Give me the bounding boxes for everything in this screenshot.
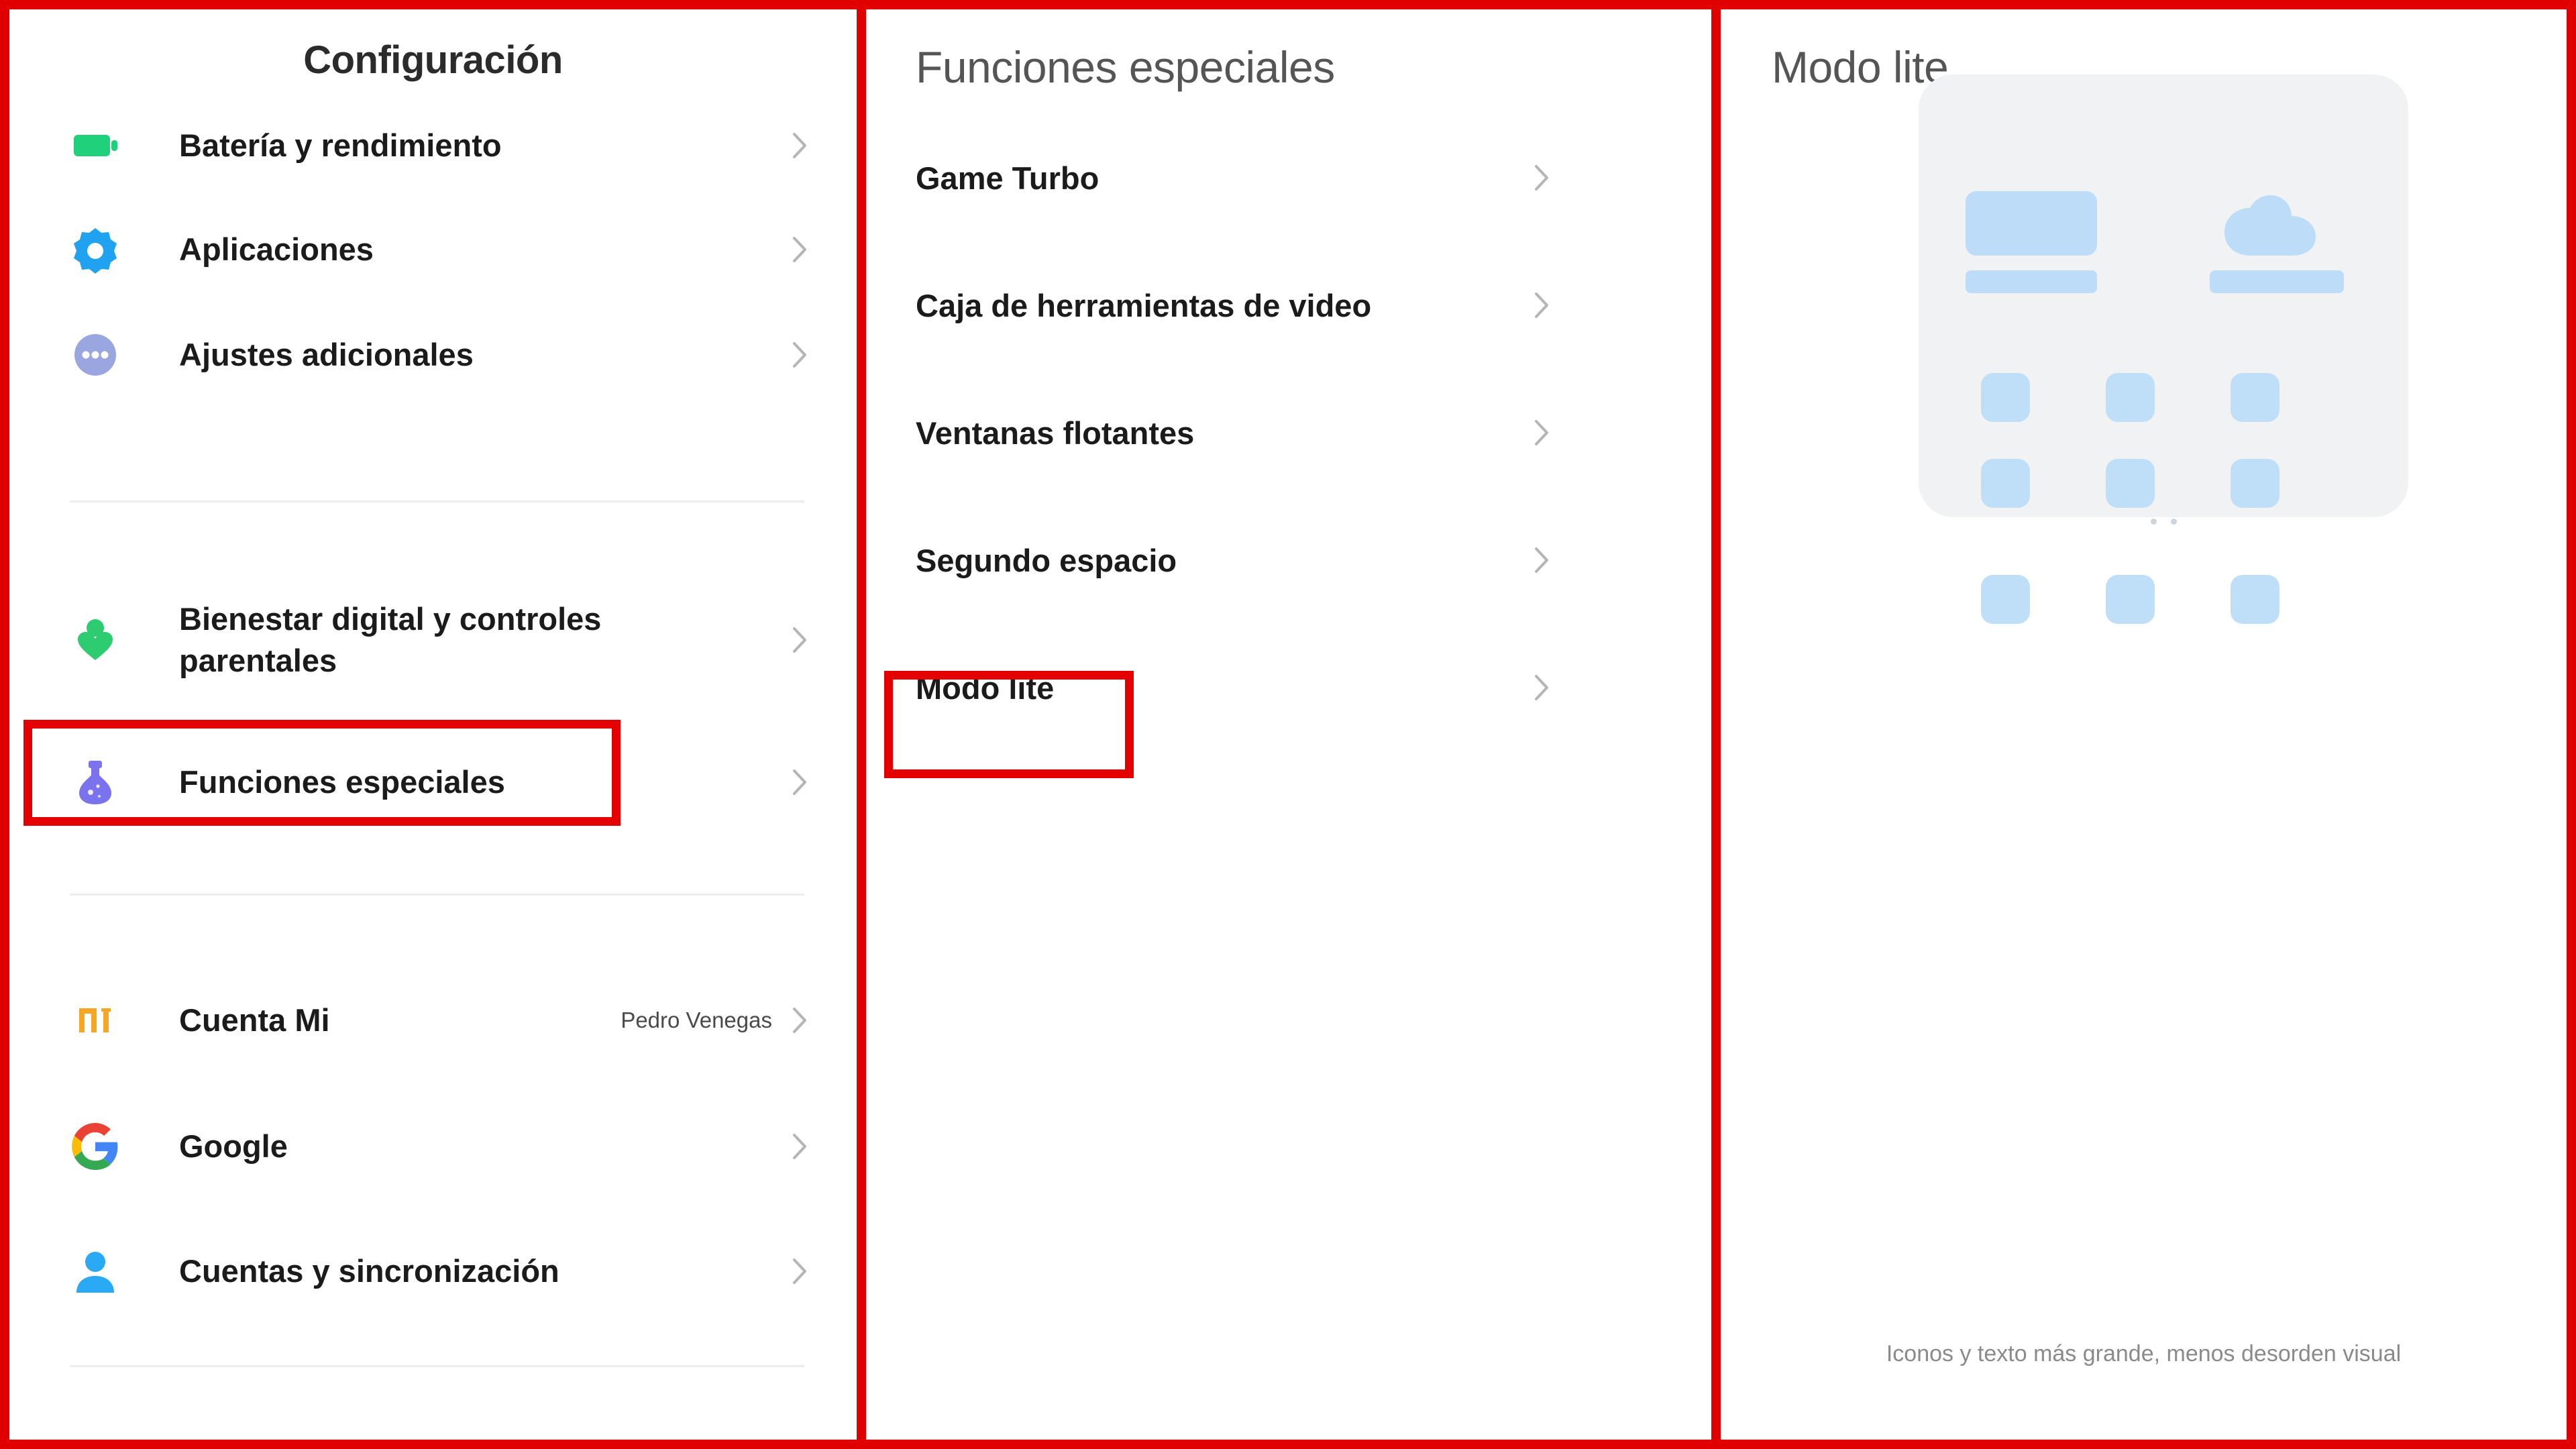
section-divider bbox=[70, 894, 804, 896]
feature-item-label: Game Turbo bbox=[916, 160, 1099, 196]
app-icon-placeholder bbox=[1981, 459, 2030, 508]
feature-item-label: Caja de herramientas de video bbox=[916, 287, 1372, 323]
page-dot bbox=[2170, 519, 2177, 525]
sidebar-item-label: Aplicaciones bbox=[179, 231, 374, 267]
page-title: Configuración bbox=[303, 38, 563, 82]
chevron-right-icon bbox=[1533, 418, 1550, 447]
feature-item-lite-mode[interactable]: Modo lite bbox=[866, 647, 1711, 728]
widget-placeholder bbox=[1966, 191, 2097, 256]
feature-item-label: Ventanas flotantes bbox=[916, 415, 1195, 451]
chevron-right-icon bbox=[791, 340, 808, 370]
section-divider bbox=[70, 1365, 804, 1367]
app-grid-row bbox=[1981, 459, 2347, 517]
sidebar-item-label: Ajustes adicionales bbox=[179, 336, 474, 372]
chevron-right-icon bbox=[791, 625, 808, 655]
page-title: Funciones especiales bbox=[916, 42, 1335, 92]
sidebar-item-label: Google bbox=[179, 1128, 288, 1164]
chevron-right-icon bbox=[791, 1132, 808, 1161]
app-icon-placeholder bbox=[2231, 459, 2279, 508]
potion-flask-icon bbox=[70, 757, 121, 808]
app-icon-grid bbox=[1981, 373, 2347, 661]
sidebar-item-additional-settings[interactable]: Ajustes adicionales bbox=[9, 305, 857, 405]
section-divider bbox=[70, 500, 804, 502]
settings-panel: Configuración Batería y rendimiento Apli… bbox=[9, 9, 857, 1440]
sidebar-item-label: Bienestar digital y controles parentales bbox=[179, 600, 602, 679]
cloud-icon bbox=[2219, 192, 2321, 259]
app-icon-placeholder bbox=[2106, 373, 2155, 422]
app-grid-row bbox=[1981, 373, 2347, 431]
chevron-right-icon bbox=[791, 767, 808, 797]
sidebar-item-label: Funciones especiales bbox=[179, 763, 505, 800]
chevron-right-icon bbox=[1533, 290, 1550, 320]
sidebar-item-label: Batería y rendimiento bbox=[179, 127, 502, 163]
app-grid-row bbox=[1981, 575, 2347, 633]
page-dot bbox=[2151, 519, 2157, 525]
page-indicator-dots bbox=[1981, 516, 2347, 528]
chevron-right-icon bbox=[1533, 545, 1550, 575]
widget-label-bar bbox=[2210, 270, 2344, 293]
panel-divider-right bbox=[1711, 0, 1721, 1449]
mi-logo-icon bbox=[70, 995, 121, 1046]
app-icon-placeholder bbox=[2106, 459, 2155, 508]
chevron-right-icon bbox=[791, 235, 808, 264]
battery-icon bbox=[70, 120, 121, 171]
feature-item-label: Segundo espacio bbox=[916, 542, 1177, 578]
chevron-right-icon bbox=[791, 1006, 808, 1035]
sidebar-item-mi-account[interactable]: Cuenta Mi Pedro Venegas bbox=[9, 970, 857, 1071]
page-title: Modo lite bbox=[1772, 42, 1949, 92]
feature-item-video-toolbox[interactable]: Caja de herramientas de video bbox=[866, 265, 1711, 345]
sidebar-item-value: Pedro Venegas bbox=[621, 1008, 772, 1032]
sidebar-item-accounts-sync[interactable]: Cuentas y sincronización bbox=[9, 1221, 857, 1322]
sidebar-item-special-features[interactable]: Funciones especiales bbox=[9, 732, 857, 833]
gear-icon bbox=[70, 224, 121, 275]
app-icon-placeholder bbox=[2231, 373, 2279, 422]
app-icon-placeholder bbox=[2106, 575, 2155, 624]
sidebar-item-label: Cuentas y sincronización bbox=[179, 1252, 559, 1289]
feature-item-second-space[interactable]: Segundo espacio bbox=[866, 520, 1711, 600]
sidebar-item-apps[interactable]: Aplicaciones bbox=[9, 199, 857, 300]
feature-item-label: Modo lite bbox=[916, 669, 1055, 706]
lite-mode-caption: Iconos y texto más grande, menos desorde… bbox=[1886, 1341, 2402, 1366]
feature-item-floating-windows[interactable]: Ventanas flotantes bbox=[866, 392, 1711, 473]
account-person-icon bbox=[70, 1246, 121, 1297]
special-features-panel: Funciones especiales Game Turbo Caja de … bbox=[866, 9, 1711, 1440]
google-logo-icon bbox=[70, 1121, 121, 1172]
screenshot-root: Configuración Batería y rendimiento Apli… bbox=[0, 0, 2576, 1449]
lite-mode-panel: Modo lite Iconos y texto más grande, men… bbox=[1721, 9, 2567, 1440]
chevron-right-icon bbox=[791, 131, 808, 160]
lite-mode-preview-card bbox=[1919, 74, 2408, 624]
person-heart-icon bbox=[70, 614, 121, 665]
more-dots-icon bbox=[70, 329, 121, 380]
app-icon-placeholder bbox=[2231, 575, 2279, 624]
sidebar-item-digital-wellbeing[interactable]: Bienestar digital y controles parentales bbox=[9, 576, 857, 704]
panel-divider-left bbox=[857, 0, 866, 1449]
app-icon-placeholder bbox=[1981, 575, 2030, 624]
widget-label-bar bbox=[1966, 270, 2097, 293]
sidebar-item-google[interactable]: Google bbox=[9, 1096, 857, 1197]
feature-item-game-turbo[interactable]: Game Turbo bbox=[866, 138, 1711, 218]
chevron-right-icon bbox=[791, 1256, 808, 1286]
sidebar-item-battery[interactable]: Batería y rendimiento bbox=[9, 95, 857, 196]
chevron-right-icon bbox=[1533, 673, 1550, 702]
chevron-right-icon bbox=[1533, 163, 1550, 193]
app-icon-placeholder bbox=[1981, 373, 2030, 422]
